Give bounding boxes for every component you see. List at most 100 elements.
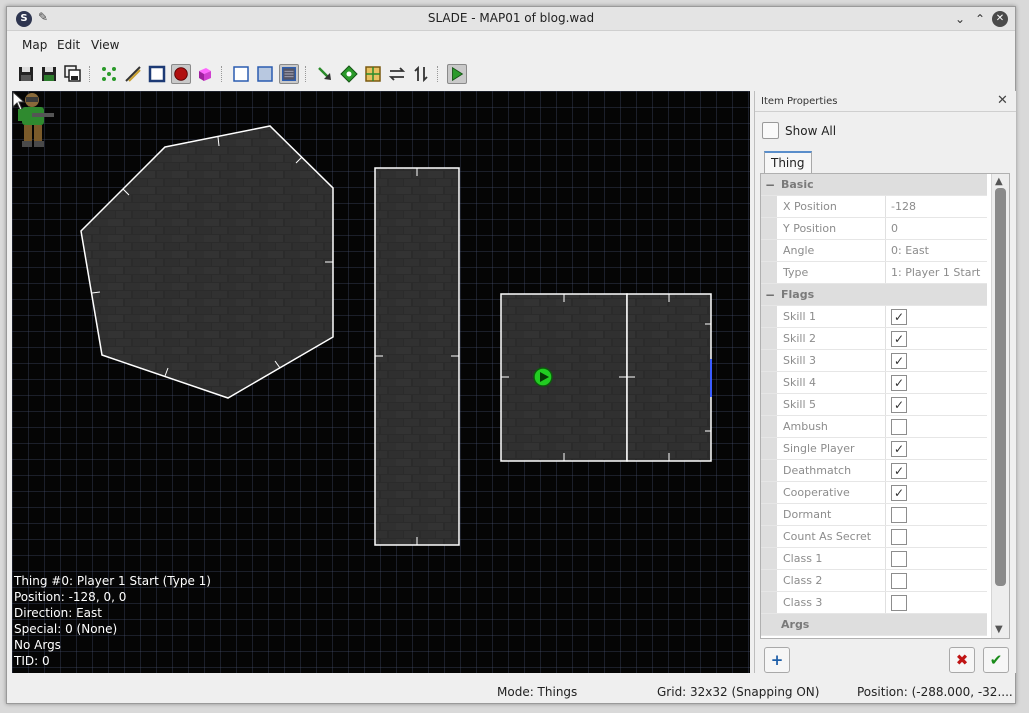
- flag-row[interactable]: Class 2: [761, 570, 987, 592]
- property-name: X Position: [783, 200, 837, 213]
- normal-sector-edit-icon[interactable]: [231, 64, 251, 84]
- save-icon[interactable]: [16, 64, 36, 84]
- flag-checkbox[interactable]: [891, 595, 907, 611]
- flag-row[interactable]: Skill 3 ✓: [761, 350, 987, 372]
- flag-name: Skill 2: [783, 332, 817, 345]
- sector-heptagon[interactable]: [80, 125, 334, 399]
- flag-checkbox[interactable]: [891, 419, 907, 435]
- flag-checkbox[interactable]: ✓: [891, 485, 907, 501]
- panel-divider: [755, 111, 1016, 112]
- flag-row[interactable]: Cooperative ✓: [761, 482, 987, 504]
- flag-name: Deathmatch: [783, 464, 852, 477]
- draw-line-icon[interactable]: [315, 64, 335, 84]
- sectors-mode-icon[interactable]: [147, 64, 167, 84]
- node-builder-icon[interactable]: [339, 64, 359, 84]
- toolbar-separator: [89, 66, 90, 82]
- toolbar-separator: [221, 66, 222, 82]
- status-position: Position: (-288.000, -32....: [857, 685, 1013, 699]
- scroll-down-icon[interactable]: ▼: [995, 624, 1003, 635]
- flag-checkbox[interactable]: ✓: [891, 375, 907, 391]
- property-value[interactable]: 0: East: [891, 244, 929, 257]
- category-flags[interactable]: − Flags: [761, 284, 987, 306]
- property-row[interactable]: Y Position 0: [761, 218, 987, 240]
- flag-row[interactable]: Class 3: [761, 592, 987, 614]
- close-window-icon[interactable]: ✕: [992, 11, 1008, 27]
- title-bar: S ✎ SLADE - MAP01 of blog.wad ⌄ ⌃ ✕: [7, 7, 1015, 31]
- flag-row[interactable]: Count As Secret: [761, 526, 987, 548]
- sector-tall-rectangle[interactable]: [374, 167, 460, 546]
- cancel-changes-button[interactable]: ✖: [949, 647, 975, 673]
- flag-checkbox[interactable]: [891, 507, 907, 523]
- menu-map[interactable]: Map: [22, 38, 47, 52]
- info-special: Special: 0 (None): [14, 622, 118, 636]
- flag-checkbox[interactable]: [891, 573, 907, 589]
- save-as-icon[interactable]: [39, 64, 59, 84]
- player-sprite-icon: [18, 93, 54, 147]
- apply-changes-button[interactable]: ✔: [983, 647, 1009, 673]
- flag-name: Cooperative: [783, 486, 850, 499]
- property-scrollbar[interactable]: ▲ ▼: [991, 174, 1009, 638]
- flag-name: Single Player: [783, 442, 855, 455]
- menu-view[interactable]: View: [91, 38, 119, 52]
- floor-edit-icon[interactable]: [255, 64, 275, 84]
- save-all-icon[interactable]: [63, 64, 83, 84]
- show-all-checkbox[interactable]: [762, 122, 779, 139]
- menu-edit[interactable]: Edit: [57, 38, 80, 52]
- panel-close-icon[interactable]: ✕: [997, 93, 1008, 108]
- flag-checkbox[interactable]: [891, 529, 907, 545]
- flag-row[interactable]: Ambush: [761, 416, 987, 438]
- property-row[interactable]: Type 1: Player 1 Start: [761, 262, 987, 284]
- property-value[interactable]: 1: Player 1 Start: [891, 266, 980, 279]
- thing-info-overlay: Thing #0: Player 1 Start (Type 1) Positi…: [14, 573, 211, 669]
- flag-checkbox[interactable]: ✓: [891, 463, 907, 479]
- flag-row[interactable]: Class 1: [761, 548, 987, 570]
- sector-room-right[interactable]: [626, 293, 712, 462]
- run-map-icon[interactable]: [447, 64, 467, 84]
- flag-name: Skill 4: [783, 376, 817, 389]
- sector-room-left[interactable]: [500, 293, 628, 462]
- category-basic[interactable]: − Basic: [761, 174, 987, 196]
- vertices-mode-icon[interactable]: [99, 64, 119, 84]
- collapse-icon[interactable]: −: [765, 288, 775, 302]
- maximize-icon[interactable]: ⌃: [972, 11, 988, 27]
- texture-icon[interactable]: [363, 64, 383, 84]
- flag-name: Count As Secret: [783, 530, 872, 543]
- property-row[interactable]: X Position -128: [761, 196, 987, 218]
- flag-checkbox[interactable]: ✓: [891, 353, 907, 369]
- map-canvas[interactable]: Thing #0: Player 1 Start (Type 1) Positi…: [12, 91, 750, 673]
- flip-vertical-icon[interactable]: [411, 64, 431, 84]
- 3d-mode-icon[interactable]: [195, 64, 215, 84]
- flag-row[interactable]: Skill 1 ✓: [761, 306, 987, 328]
- flag-checkbox[interactable]: ✓: [891, 441, 907, 457]
- status-mode: Mode: Things: [497, 685, 578, 699]
- add-property-button[interactable]: +: [764, 647, 790, 673]
- flag-row[interactable]: Skill 4 ✓: [761, 372, 987, 394]
- flip-horizontal-icon[interactable]: [387, 64, 407, 84]
- property-value[interactable]: 0: [891, 222, 898, 235]
- flag-row[interactable]: Skill 5 ✓: [761, 394, 987, 416]
- flag-checkbox[interactable]: [891, 551, 907, 567]
- window-title: SLADE - MAP01 of blog.wad: [427, 11, 595, 25]
- flag-row[interactable]: Single Player ✓: [761, 438, 987, 460]
- flag-checkbox[interactable]: ✓: [891, 397, 907, 413]
- property-row[interactable]: Angle 0: East: [761, 240, 987, 262]
- ceiling-edit-icon[interactable]: [279, 64, 299, 84]
- player-start-thing[interactable]: [533, 367, 553, 387]
- minimize-icon[interactable]: ⌄: [952, 11, 968, 27]
- things-mode-icon[interactable]: [171, 64, 191, 84]
- flag-row[interactable]: Dormant: [761, 504, 987, 526]
- menu-bar: Map Edit View: [7, 31, 1015, 59]
- scroll-up-icon[interactable]: ▲: [995, 176, 1003, 187]
- flag-row[interactable]: Deathmatch ✓: [761, 460, 987, 482]
- flag-row[interactable]: Skill 2 ✓: [761, 328, 987, 350]
- category-args[interactable]: Args: [761, 614, 987, 636]
- flag-checkbox[interactable]: ✓: [891, 309, 907, 325]
- property-value[interactable]: -128: [891, 200, 916, 213]
- flag-checkbox[interactable]: ✓: [891, 331, 907, 347]
- scroll-thumb[interactable]: [995, 188, 1006, 586]
- lines-mode-icon[interactable]: [123, 64, 143, 84]
- tab-thing[interactable]: Thing: [764, 151, 812, 173]
- info-position: Position: -128, 0, 0: [14, 590, 127, 604]
- collapse-icon[interactable]: −: [765, 178, 775, 192]
- property-grid: − Basic X Position -128 Y Position 0 Ang…: [760, 173, 1010, 639]
